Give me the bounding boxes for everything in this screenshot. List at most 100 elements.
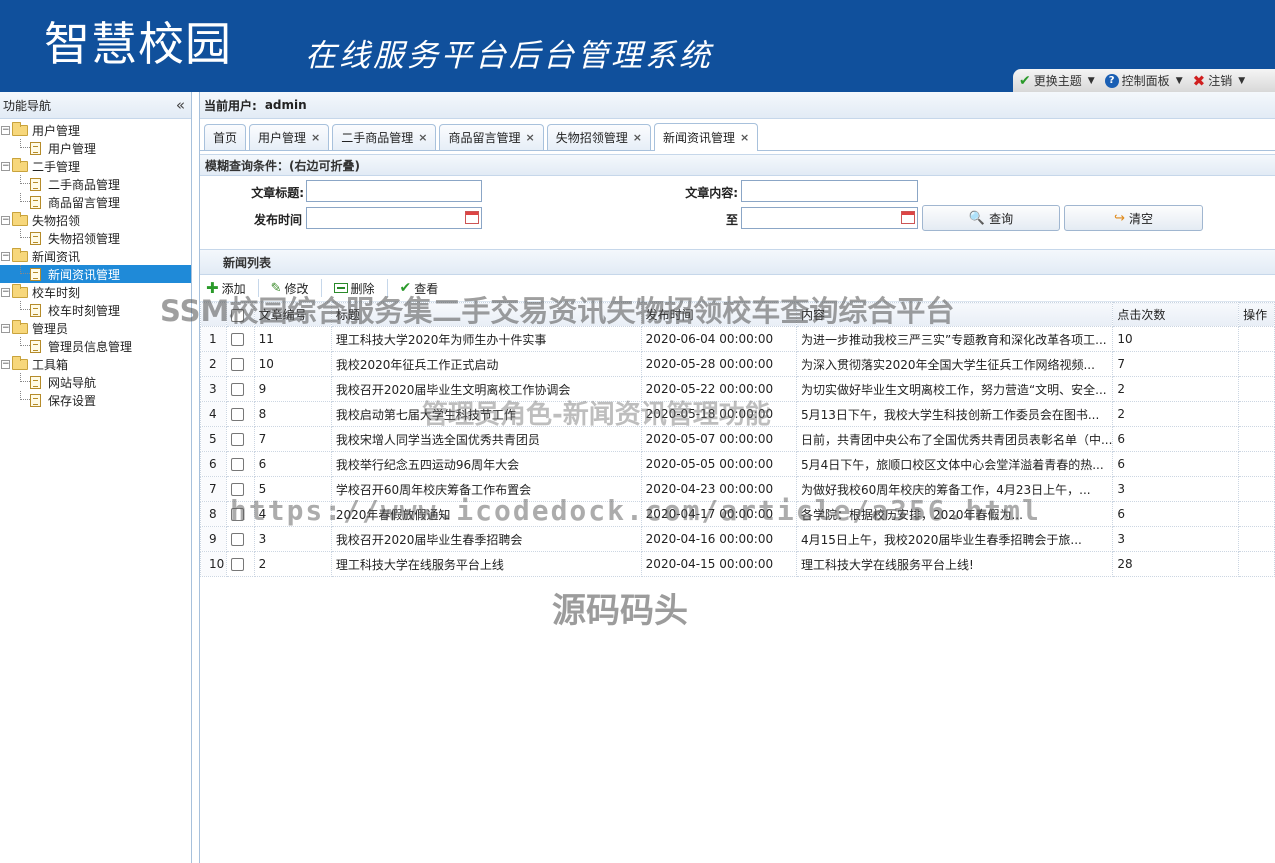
cell-title: 我校2020年征兵工作正式启动 (330, 351, 642, 377)
logout-menu[interactable]: ✖ 注销 ▼ (1193, 72, 1246, 90)
tab[interactable]: 新闻资讯管理 × (653, 123, 759, 151)
cell-title: 我校召开2020届毕业生春季招聘会 (330, 526, 642, 552)
collapse-toggle-icon[interactable]: − (1, 215, 10, 225)
tab[interactable]: 首页 (204, 124, 247, 150)
row-select-cell[interactable] (225, 551, 255, 577)
sidebar-item[interactable]: 失物招领管理 (0, 229, 191, 247)
table-row[interactable]: 6 6 我校举行纪念五四运动96周年大会 2020-05-05 00:00:00 5月4… (200, 451, 1275, 477)
sidebar-item[interactable]: 保存设置 (0, 391, 191, 409)
row-checkbox[interactable] (230, 358, 244, 371)
sidebar-header: 功能导航 « (0, 92, 191, 119)
close-tab-icon[interactable]: × (311, 131, 320, 144)
row-select-cell[interactable] (225, 401, 255, 427)
document-icon (30, 177, 41, 191)
control-panel-menu[interactable]: ? 控制面板 ▼ (1104, 72, 1183, 89)
row-select-cell[interactable] (225, 451, 255, 477)
table-row[interactable]: 1 11 理工科技大学2020年为师生办十件实事 2020-06-04 00:00:0… (200, 326, 1275, 352)
row-checkbox[interactable] (230, 533, 244, 546)
article-content-input[interactable] (741, 180, 918, 202)
collapse-toggle-icon[interactable]: − (1, 161, 10, 171)
publish-time-to-input[interactable] (741, 207, 918, 229)
close-tab-icon[interactable]: × (633, 131, 642, 144)
publish-time-from-input[interactable] (306, 207, 482, 229)
row-select-cell[interactable] (225, 501, 255, 527)
column-header-id[interactable]: 文章编号 (253, 302, 332, 327)
close-tab-icon[interactable]: × (418, 131, 427, 144)
sidebar-group[interactable]: − 工具箱 (0, 355, 191, 373)
sidebar-group[interactable]: − 校车时刻 (0, 283, 191, 301)
document-icon (30, 303, 41, 317)
query-button[interactable]: 🔍 查询 (922, 205, 1060, 231)
table-row[interactable]: 8 4 2020年春假放假通知 2020-04-17 00:00:00 各学院：根据校历… (200, 501, 1275, 527)
select-all-header[interactable] (225, 302, 255, 327)
search-panel-header[interactable]: 模糊查询条件：(右边可折叠) (200, 154, 1275, 176)
add-button[interactable]: ✚ 添加 (206, 279, 246, 297)
sidebar-item[interactable]: 校车时刻管理 (0, 301, 191, 319)
sidebar-item[interactable]: 网站导航 (0, 373, 191, 391)
collapse-sidebar-icon[interactable]: « (176, 96, 185, 114)
calendar-icon[interactable] (901, 211, 915, 224)
view-button[interactable]: ✔ 查看 (400, 280, 439, 297)
calendar-icon[interactable] (465, 211, 479, 224)
row-checkbox[interactable] (230, 333, 244, 346)
sidebar-item[interactable]: 用户管理 (0, 139, 191, 157)
row-select-cell[interactable] (225, 351, 255, 377)
row-select-cell[interactable] (225, 326, 255, 352)
column-header-content[interactable]: 内容 (795, 302, 1114, 327)
sidebar-group[interactable]: − 新闻资讯 (0, 247, 191, 265)
cell-content: 各学院：根据校历安排，2020年春假为... (795, 501, 1114, 527)
collapse-toggle-icon[interactable]: − (1, 251, 10, 261)
close-tab-icon[interactable]: × (740, 131, 749, 144)
tab[interactable]: 失物招领管理 × (546, 124, 651, 150)
row-checkbox[interactable] (230, 558, 244, 571)
sidebar-group[interactable]: − 失物招领 (0, 211, 191, 229)
sidebar-item[interactable]: 管理员信息管理 (0, 337, 191, 355)
sidebar-group[interactable]: − 管理员 (0, 319, 191, 337)
table-row[interactable]: 2 10 我校2020年征兵工作正式启动 2020-05-28 00:00:00 为深入… (200, 351, 1275, 377)
table-row[interactable]: 5 7 我校宋增人同学当选全国优秀共青团员 2020-05-07 00:00:00 日前… (200, 426, 1275, 452)
article-title-input[interactable] (306, 180, 482, 202)
sidebar-group[interactable]: − 二手管理 (0, 157, 191, 175)
column-header-time[interactable]: 发布时间 (640, 302, 797, 327)
toolbar-separator (320, 279, 322, 297)
app-header: 智慧校园 在线服务平台后台管理系统 ✔ 更换主题 ▼ ? 控制面板 ▼ ✖ 注销… (0, 0, 1275, 92)
row-checkbox[interactable] (230, 508, 244, 521)
row-checkbox[interactable] (230, 383, 244, 396)
sidebar-item[interactable]: 新闻资讯管理 (0, 265, 191, 283)
table-row[interactable]: 10 2 理工科技大学在线服务平台上线 2020-04-15 00:00:00 理工科技… (200, 551, 1275, 577)
close-tab-icon[interactable]: × (526, 131, 535, 144)
edit-button[interactable]: ✎ 修改 (271, 280, 309, 297)
collapse-toggle-icon[interactable]: − (1, 125, 10, 135)
sidebar-group[interactable]: − 用户管理 (0, 121, 191, 139)
table-row[interactable]: 7 5 学校召开60周年校庆筹备工作布置会 2020-04-23 00:00:00 为做… (200, 476, 1275, 502)
row-select-cell[interactable] (225, 526, 255, 552)
sidebar-item[interactable]: 商品留言管理 (0, 193, 191, 211)
checkmark-icon: ✔ (399, 280, 412, 296)
delete-button[interactable]: 删除 (333, 280, 375, 297)
tab[interactable]: 商品留言管理 × (439, 124, 544, 150)
collapse-toggle-icon[interactable]: − (1, 323, 10, 333)
collapse-toggle-icon[interactable]: − (1, 359, 10, 369)
column-header-title[interactable]: 标题 (330, 302, 642, 327)
table-row[interactable]: 4 8 我校启动第七届大学生科技节工作 2020-05-18 00:00:00 5月13… (200, 401, 1275, 427)
row-checkbox[interactable] (230, 458, 244, 471)
tab[interactable]: 二手商品管理 × (332, 124, 437, 150)
table-row[interactable]: 3 9 我校召开2020届毕业生文明离校工作协调会 2020-05-22 00:00:… (200, 376, 1275, 402)
collapse-toggle-icon[interactable]: − (1, 287, 10, 297)
select-all-checkbox[interactable] (230, 308, 244, 322)
row-select-cell[interactable] (225, 476, 255, 502)
row-checkbox[interactable] (230, 483, 244, 496)
row-select-cell[interactable] (225, 376, 255, 402)
change-theme-menu[interactable]: ✔ 更换主题 ▼ (1019, 72, 1095, 89)
row-number: 3 (200, 376, 227, 402)
table-row[interactable]: 9 3 我校召开2020届毕业生春季招聘会 2020-04-16 00:00:00 4月… (200, 526, 1275, 552)
column-header-clicks[interactable]: 点击次数 (1112, 302, 1240, 327)
cell-clicks: 7 (1112, 351, 1240, 377)
sidebar-item[interactable]: 二手商品管理 (0, 175, 191, 193)
row-checkbox[interactable] (230, 433, 244, 446)
row-select-cell[interactable] (225, 426, 255, 452)
clear-button[interactable]: ↪ 清空 (1064, 205, 1203, 231)
row-checkbox[interactable] (230, 408, 244, 421)
tab[interactable]: 用户管理 × (249, 124, 330, 150)
date-to-label: 至 (725, 213, 738, 227)
